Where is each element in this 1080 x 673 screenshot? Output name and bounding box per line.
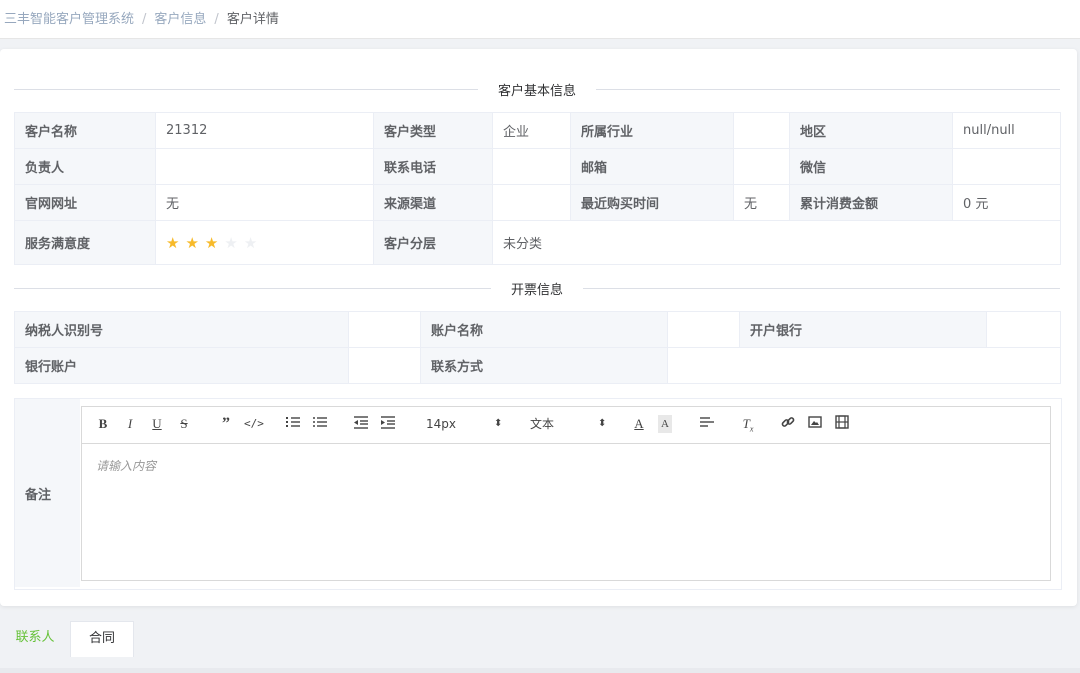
text-type-value: 文本 (530, 417, 555, 431)
quote-icon[interactable]: ” (218, 415, 234, 433)
remark-label: 备注 (15, 399, 80, 587)
invoice-row: 纳税人识别号 账户名称 开户银行 (14, 311, 1061, 348)
account-name-label: 账户名称 (420, 311, 668, 348)
source-channel-value (492, 184, 571, 221)
basic-info-table: 客户名称 21312 客户类型 企业 所属行业 地区 null/null 负责人… (14, 112, 1061, 265)
italic-icon[interactable]: I (123, 415, 137, 433)
breadcrumb-customer-info[interactable]: 客户信息 (154, 12, 206, 27)
email-label: 邮箱 (570, 148, 734, 185)
breadcrumb-separator: / (214, 12, 219, 27)
total-spend-label: 累计消费金额 (789, 184, 953, 221)
font-size-select[interactable]: 14px ⬍ (426, 415, 516, 433)
text-type-select[interactable]: 文本 ⬍ (530, 415, 620, 433)
editor-placeholder[interactable]: 请输入内容 (96, 457, 156, 474)
breadcrumb-separator: / (142, 12, 147, 27)
contact-value (667, 347, 1061, 384)
bottom-bar (0, 668, 1080, 673)
invoice-table: 纳税人识别号 账户名称 开户银行 银行账户 联系方式 (14, 311, 1061, 384)
last-purchase-label: 最近购买时间 (570, 184, 734, 221)
taxpayer-id-label: 纳税人识别号 (14, 311, 349, 348)
contact-label: 联系方式 (420, 347, 668, 384)
basic-info-row: 服务满意度 ★ ★ ★ ★ ★ 客户分层 未分类 (14, 220, 1061, 265)
wechat-value (952, 148, 1061, 185)
tab-contracts[interactable]: 合同 (70, 621, 134, 657)
star-rating[interactable]: ★ ★ ★ ★ ★ (166, 234, 263, 252)
region-value: null/null (952, 112, 1061, 149)
invoice-divider: 开票信息 (14, 279, 1060, 298)
remark-section: 备注 B I U S ” </> 14px ⬍ 文本 ⬍ A A Tx 请输入内… (14, 398, 1062, 590)
website-value: 无 (155, 184, 374, 221)
star-icon[interactable]: ★ (244, 234, 257, 252)
basic-info-title: 客户基本信息 (477, 80, 597, 99)
industry-label: 所属行业 (570, 112, 734, 149)
underline-icon[interactable]: U (150, 415, 164, 433)
breadcrumb: 三丰智能客户管理系统 / 客户信息 / 客户详情 (4, 8, 279, 27)
background-color-icon[interactable]: A (658, 415, 672, 433)
customer-detail-card: 客户基本信息 客户名称 21312 客户类型 企业 所属行业 地区 null/n… (0, 49, 1077, 606)
basic-info-row: 负责人 联系电话 邮箱 微信 (14, 148, 1061, 185)
text-type-chevron-icon: ⬍ (598, 418, 607, 429)
customer-type-value: 企业 (492, 112, 571, 149)
link-icon[interactable] (780, 415, 796, 433)
satisfaction-rating[interactable]: ★ ★ ★ ★ ★ (155, 220, 374, 265)
total-spend-value: 0 元 (952, 184, 1061, 221)
video-icon[interactable] (834, 415, 850, 433)
wechat-label: 微信 (789, 148, 953, 185)
font-color-icon[interactable]: A (632, 415, 646, 433)
account-name-value (667, 311, 740, 348)
taxpayer-id-value (348, 311, 421, 348)
basic-info-row: 官网网址 无 来源渠道 最近购买时间 无 累计消费金额 0 元 (14, 184, 1061, 221)
tab-contacts[interactable]: 联系人 (0, 621, 70, 657)
strike-icon[interactable]: S (177, 415, 191, 433)
clear-format-icon[interactable]: Tx (740, 415, 756, 434)
basic-info-row: 客户名称 21312 客户类型 企业 所属行业 地区 null/null (14, 112, 1061, 149)
star-icon[interactable]: ★ (205, 234, 218, 252)
website-label: 官网网址 (14, 184, 156, 221)
top-bar: 三丰智能客户管理系统 / 客户信息 / 客户详情 (0, 0, 1080, 39)
bold-icon[interactable]: B (96, 415, 110, 433)
star-icon[interactable]: ★ (224, 234, 237, 252)
indent-icon[interactable] (380, 415, 396, 433)
breadcrumb-current: 客户详情 (226, 12, 279, 27)
bullet-list-icon[interactable] (312, 415, 328, 433)
source-channel-label: 来源渠道 (373, 184, 493, 221)
align-icon[interactable] (699, 415, 715, 433)
customer-name-label: 客户名称 (14, 112, 156, 149)
rich-text-editor[interactable]: B I U S ” </> 14px ⬍ 文本 ⬍ A A Tx 请输入内容 (81, 406, 1051, 581)
owner-value (155, 148, 374, 185)
last-purchase-value: 无 (733, 184, 790, 221)
customer-type-label: 客户类型 (373, 112, 493, 149)
region-label: 地区 (789, 112, 953, 149)
phone-value (492, 148, 571, 185)
font-size-chevron-icon: ⬍ (494, 418, 503, 429)
bank-account-value (348, 347, 421, 384)
bank-value (986, 311, 1061, 348)
phone-label: 联系电话 (373, 148, 493, 185)
tier-label: 客户分层 (373, 220, 493, 265)
editor-toolbar: B I U S ” </> 14px ⬍ 文本 ⬍ A A Tx (82, 407, 1050, 444)
star-icon[interactable]: ★ (166, 234, 179, 252)
code-icon[interactable]: </> (244, 415, 264, 433)
font-size-value: 14px (426, 417, 456, 431)
basic-info-divider: 客户基本信息 (14, 80, 1060, 99)
bank-label: 开户银行 (739, 311, 987, 348)
breadcrumb-home[interactable]: 三丰智能客户管理系统 (4, 12, 134, 27)
email-value (733, 148, 790, 185)
bank-account-label: 银行账户 (14, 347, 349, 384)
ordered-list-icon[interactable] (285, 415, 301, 433)
industry-value (733, 112, 790, 149)
customer-name-value: 21312 (155, 112, 374, 149)
invoice-row: 银行账户 联系方式 (14, 347, 1061, 384)
satisfaction-label: 服务满意度 (14, 220, 156, 265)
outdent-icon[interactable] (353, 415, 369, 433)
image-icon[interactable] (807, 415, 823, 433)
tier-value: 未分类 (492, 220, 1061, 265)
owner-label: 负责人 (14, 148, 156, 185)
invoice-title: 开票信息 (490, 279, 584, 298)
star-icon[interactable]: ★ (185, 234, 198, 252)
